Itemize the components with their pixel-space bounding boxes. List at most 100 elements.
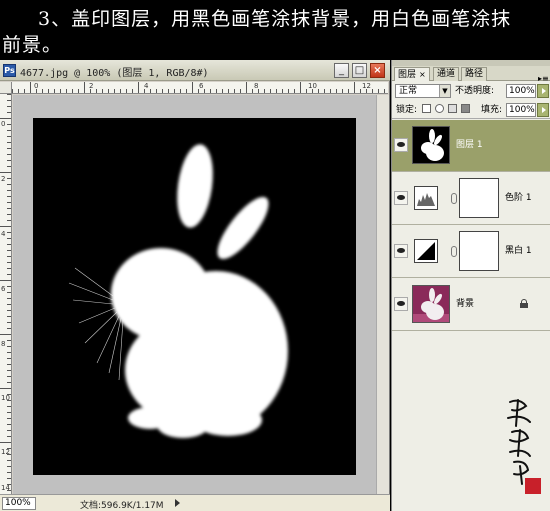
eye-icon[interactable] bbox=[394, 297, 408, 311]
ruler-tick bbox=[7, 154, 11, 155]
ruler-tick bbox=[144, 89, 145, 93]
eye-icon[interactable] bbox=[394, 191, 408, 205]
ruler-tick bbox=[234, 89, 235, 93]
ruler-tick bbox=[7, 268, 11, 269]
tab-paths[interactable]: 路径 bbox=[461, 67, 488, 81]
ruler-tick bbox=[168, 89, 169, 93]
rabbit-silhouette bbox=[68, 144, 288, 438]
ruler-tick bbox=[7, 352, 11, 353]
ruler-tick bbox=[336, 89, 337, 93]
ruler-tick bbox=[7, 478, 11, 479]
tab-channels[interactable]: 通道 bbox=[433, 67, 460, 81]
minimize-button[interactable]: _ bbox=[334, 63, 349, 78]
zoom-field[interactable]: 100% bbox=[2, 497, 36, 510]
lock-transparency-icon[interactable] bbox=[422, 104, 431, 113]
ruler-tick bbox=[7, 220, 11, 221]
ruler-tick bbox=[7, 430, 11, 431]
opacity-input[interactable]: 100% bbox=[506, 84, 536, 98]
ruler-tick bbox=[7, 130, 11, 131]
status-menu-arrow-icon[interactable] bbox=[175, 499, 180, 507]
close-tab-icon[interactable]: × bbox=[419, 70, 426, 79]
fill-input[interactable]: 100% bbox=[506, 103, 536, 117]
ruler-tick bbox=[54, 89, 55, 93]
ruler-tick bbox=[108, 89, 109, 93]
eye-icon[interactable] bbox=[394, 138, 408, 152]
ruler-tick bbox=[258, 89, 259, 93]
blend-mode-select[interactable]: 正常 ▼ bbox=[395, 84, 451, 98]
maximize-button[interactable]: □ bbox=[352, 63, 367, 78]
link-icon[interactable] bbox=[451, 246, 457, 257]
ruler-tick bbox=[7, 124, 11, 125]
ruler-tick bbox=[7, 292, 11, 293]
ruler-tick bbox=[366, 89, 367, 93]
opacity-slider-arrow-icon[interactable] bbox=[537, 84, 549, 98]
ruler-tick bbox=[7, 238, 11, 239]
fill-label: 填充: bbox=[481, 105, 503, 115]
ruler-tick bbox=[7, 376, 11, 377]
tab-layers[interactable]: 图层 × bbox=[394, 67, 430, 81]
layer-thumbnail bbox=[412, 285, 450, 323]
ruler-tick bbox=[7, 364, 11, 365]
layer-mask-thumbnail[interactable] bbox=[459, 231, 499, 271]
ruler-tick bbox=[7, 322, 11, 323]
ruler-tick bbox=[7, 466, 11, 467]
ruler-tick bbox=[7, 244, 11, 245]
ruler-tick bbox=[7, 436, 11, 437]
ruler-label: 0 bbox=[1, 120, 6, 128]
layer-row-layer-1[interactable]: 图层 1 bbox=[392, 120, 550, 172]
horizontal-ruler[interactable]: 0 2 4 6 8 10 12 bbox=[12, 82, 388, 94]
ruler-tick bbox=[7, 142, 11, 143]
lock-position-icon[interactable] bbox=[448, 104, 457, 113]
ruler-tick bbox=[204, 89, 205, 93]
lock-pixels-icon[interactable] bbox=[435, 104, 444, 113]
document-image[interactable] bbox=[33, 118, 356, 475]
ruler-tick bbox=[7, 112, 11, 113]
ruler-tick bbox=[24, 89, 25, 93]
ruler-tick bbox=[7, 310, 11, 311]
lock-all-icon[interactable] bbox=[461, 104, 470, 113]
levels-adjustment-icon bbox=[414, 186, 438, 210]
layer-row-background[interactable]: 背景 bbox=[392, 279, 550, 331]
ruler-tick bbox=[240, 89, 241, 93]
ruler-tick bbox=[132, 89, 133, 93]
document-title: 4677.jpg @ 100% (图层 1, RGB/8#) bbox=[20, 68, 209, 79]
ruler-tick bbox=[48, 89, 49, 93]
link-icon[interactable] bbox=[451, 193, 457, 204]
seal-stamp bbox=[525, 478, 541, 494]
layer-row-black-white-1[interactable]: 黑白 1 bbox=[392, 226, 550, 278]
ruler-tick bbox=[7, 166, 11, 167]
document-window: Ps 4677.jpg @ 100% (图层 1, RGB/8#) _ □ × … bbox=[0, 60, 390, 511]
layer-row-levels-1[interactable]: 色阶 1 bbox=[392, 173, 550, 225]
ruler-tick bbox=[210, 89, 211, 93]
vertical-ruler[interactable]: 0 2 4 6 8 10 12 14 bbox=[0, 94, 12, 494]
vertical-scrollbar[interactable] bbox=[376, 95, 389, 494]
document-title-bar[interactable]: Ps 4677.jpg @ 100% (图层 1, RGB/8#) _ □ × bbox=[0, 60, 390, 81]
ruler-corner[interactable] bbox=[0, 82, 12, 94]
bw-triangle-icon bbox=[417, 242, 435, 260]
ruler-tick bbox=[282, 89, 283, 93]
ruler-tick bbox=[114, 89, 115, 93]
ruler-tick bbox=[348, 89, 349, 93]
fill-slider-arrow-icon[interactable] bbox=[537, 103, 549, 117]
ruler-tick bbox=[0, 280, 11, 281]
ruler-tick bbox=[7, 400, 11, 401]
ruler-tick bbox=[360, 89, 361, 93]
eye-icon[interactable] bbox=[394, 244, 408, 258]
layer-name[interactable]: 色阶 1 bbox=[505, 192, 532, 204]
ruler-tick bbox=[7, 184, 11, 185]
ruler-tick bbox=[72, 89, 73, 93]
close-button[interactable]: × bbox=[370, 63, 385, 78]
layer-name[interactable]: 背景 bbox=[456, 298, 474, 310]
ruler-tick bbox=[7, 460, 11, 461]
ruler-tick bbox=[42, 89, 43, 93]
layer-mask-thumbnail[interactable] bbox=[459, 178, 499, 218]
canvas-area[interactable] bbox=[13, 95, 376, 494]
layer-name[interactable]: 黑白 1 bbox=[505, 245, 532, 257]
black-white-adjustment-icon bbox=[414, 239, 438, 263]
ruler-tick bbox=[216, 89, 217, 93]
ruler-tick bbox=[120, 89, 121, 93]
ruler-tick bbox=[84, 82, 85, 93]
layer-name[interactable]: 图层 1 bbox=[456, 139, 483, 151]
ruler-tick bbox=[150, 89, 151, 93]
ruler-tick bbox=[36, 89, 37, 93]
